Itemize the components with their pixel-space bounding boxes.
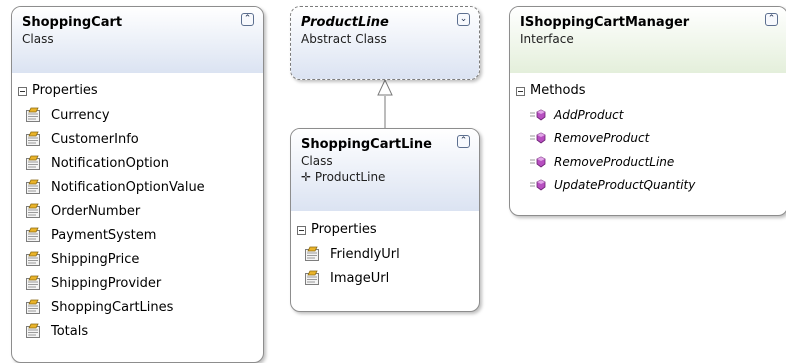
- property-icon: [26, 323, 40, 338]
- property-row[interactable]: FriendlyUrl: [291, 242, 479, 266]
- shopping-cart-line-class[interactable]: ShoppingCartLine Class ✛ ProductLine ⌃ P…: [290, 128, 480, 312]
- property-list: FriendlyUrl ImageUrl: [291, 242, 479, 290]
- class-header: ShoppingCartLine Class ✛ ProductLine ⌃: [291, 129, 479, 211]
- collapse-button[interactable]: ⌃: [241, 13, 254, 26]
- class-stereotype: Class: [301, 154, 333, 168]
- property-row-label: ShippingPrice: [51, 251, 140, 267]
- section-label: Properties: [32, 83, 98, 98]
- properties-section: Properties Currency CustomerInfo Notificat…: [12, 73, 263, 343]
- shopping-cart-manager-interface[interactable]: IShoppingCartManager Interface ⌃ Methods…: [509, 6, 786, 216]
- product-line-abstract-class[interactable]: ProductLine Abstract Class ⌄: [290, 6, 480, 80]
- method-row-label: AddProduct: [554, 107, 624, 122]
- property-list: Currency CustomerInfo NotificationOption No…: [12, 103, 263, 343]
- property-row[interactable]: NotificationOptionValue: [12, 175, 263, 199]
- collapse-section-icon[interactable]: [297, 225, 306, 235]
- property-row-label: OrderNumber: [51, 203, 141, 219]
- section-label: Properties: [311, 222, 377, 237]
- shopping-cart-class[interactable]: ShoppingCart Class ⌃ Properties Currency…: [11, 6, 264, 363]
- collapse-section-icon[interactable]: [516, 86, 525, 96]
- class-name: ShoppingCartLine: [301, 137, 432, 152]
- property-icon: [26, 275, 40, 290]
- property-row[interactable]: Totals: [12, 319, 263, 343]
- method-row[interactable]: RemoveProductLine: [510, 150, 786, 174]
- property-row[interactable]: CustomerInfo: [12, 127, 263, 151]
- property-row-label: NotificationOption: [51, 155, 169, 171]
- class-stereotype: Class: [22, 32, 54, 46]
- property-icon: [26, 299, 40, 314]
- method-row[interactable]: AddProduct: [510, 103, 786, 127]
- property-icon: [26, 251, 40, 266]
- methods-section-header[interactable]: Methods: [516, 82, 786, 100]
- property-row[interactable]: PaymentSystem: [12, 223, 263, 247]
- properties-section-header[interactable]: Properties: [18, 82, 263, 100]
- property-row-label: Totals: [51, 323, 89, 339]
- property-row-label: CustomerInfo: [51, 131, 139, 147]
- property-icon: [26, 203, 40, 218]
- class-header: ShoppingCart Class ⌃: [12, 7, 263, 73]
- property-row[interactable]: ShoppingCartLines: [12, 295, 263, 319]
- property-row[interactable]: ShippingPrice: [12, 247, 263, 271]
- method-row-label: RemoveProduct: [554, 131, 650, 146]
- property-row[interactable]: ImageUrl: [291, 266, 479, 290]
- property-row[interactable]: Currency: [12, 103, 263, 127]
- property-icon: [305, 246, 319, 261]
- property-row[interactable]: NotificationOption: [12, 151, 263, 175]
- method-row-label: RemoveProductLine: [554, 154, 675, 169]
- class-name: ShoppingCart: [22, 15, 123, 30]
- method-row-label: UpdateProductQuantity: [554, 178, 696, 193]
- property-row-label: PaymentSystem: [51, 227, 157, 243]
- property-icon: [26, 131, 40, 146]
- property-icon: [26, 155, 40, 170]
- class-name: ProductLine: [301, 15, 389, 30]
- method-icon: [530, 109, 546, 121]
- property-row[interactable]: ShippingProvider: [12, 271, 263, 295]
- properties-section: Properties FriendlyUrl ImageUrl: [291, 211, 479, 290]
- section-label: Methods: [530, 83, 586, 98]
- properties-section-header[interactable]: Properties: [297, 221, 479, 239]
- interface-header: IShoppingCartManager Interface ⌃: [510, 7, 786, 73]
- method-row[interactable]: UpdateProductQuantity: [510, 174, 786, 198]
- property-icon: [305, 270, 319, 285]
- property-row-label: FriendlyUrl: [330, 246, 400, 262]
- property-row-label: ImageUrl: [330, 270, 390, 286]
- property-row-label: NotificationOptionValue: [51, 179, 205, 195]
- collapse-section-icon[interactable]: [18, 86, 27, 96]
- method-icon: [530, 132, 546, 144]
- method-list: AddProduct RemoveProduct RemoveProductLine…: [510, 103, 786, 197]
- property-icon: [26, 107, 40, 122]
- method-icon: [530, 179, 546, 191]
- property-icon: [26, 227, 40, 242]
- methods-section: Methods AddProduct RemoveProduct RemovePro…: [510, 73, 786, 197]
- collapse-button[interactable]: ⌃: [765, 13, 778, 26]
- method-icon: [530, 156, 546, 168]
- class-header: ProductLine Abstract Class ⌄: [291, 7, 479, 79]
- property-row-label: ShoppingCartLines: [51, 299, 174, 315]
- property-icon: [26, 179, 40, 194]
- collapse-button[interactable]: ⌃: [457, 135, 470, 148]
- base-class-label: ✛ ProductLine: [301, 170, 386, 184]
- property-row-label: Currency: [51, 107, 110, 123]
- interface-name: IShoppingCartManager: [520, 15, 690, 30]
- class-stereotype: Abstract Class: [301, 32, 387, 46]
- expand-button[interactable]: ⌄: [457, 13, 470, 26]
- property-row-label: ShippingProvider: [51, 275, 162, 291]
- property-row[interactable]: OrderNumber: [12, 199, 263, 223]
- interface-stereotype: Interface: [520, 32, 574, 46]
- method-row[interactable]: RemoveProduct: [510, 127, 786, 151]
